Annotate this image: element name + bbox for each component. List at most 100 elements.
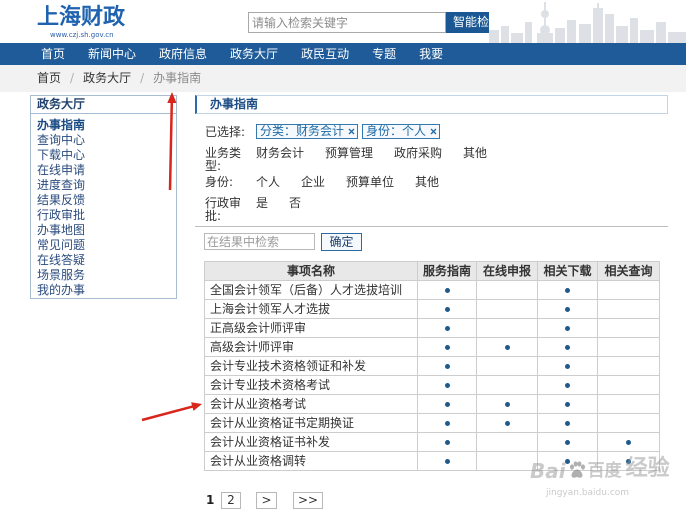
service-guide-cell <box>417 394 477 414</box>
item-name-link[interactable]: 会计从业资格考试 <box>210 397 306 411</box>
online-declaration-dot[interactable] <box>504 401 510 407</box>
related-query-cell <box>597 356 660 376</box>
nav-item-i-want[interactable]: 我要 <box>419 43 443 65</box>
service-guide-dot[interactable] <box>444 287 450 293</box>
filter-option[interactable]: 财务会计 <box>256 147 304 160</box>
related-download-dot[interactable] <box>565 458 570 464</box>
service-guide-dot[interactable] <box>444 306 450 312</box>
selected-tag-identity[interactable]: 身份：个人 <box>362 123 441 139</box>
related-download-dot[interactable] <box>565 287 570 293</box>
item-name-cell: 正高级会计师评审 <box>204 318 418 338</box>
related-download-dot[interactable] <box>565 420 570 426</box>
table-row: 会计从业资格证书补发 <box>204 432 660 452</box>
table-row: 正高级会计师评审 <box>204 318 660 338</box>
filter-option[interactable]: 政府采购 <box>394 147 442 160</box>
service-guide-dot[interactable] <box>444 401 450 407</box>
search-input[interactable] <box>248 12 446 33</box>
service-guide-dot[interactable] <box>444 420 450 426</box>
close-icon[interactable] <box>430 128 437 135</box>
last-page-button[interactable]: >> <box>293 492 323 509</box>
filter-option[interactable]: 是 <box>256 197 268 210</box>
service-guide-dot[interactable] <box>444 344 450 350</box>
related-download-dot[interactable] <box>565 325 570 331</box>
item-name-link[interactable]: 正高级会计师评审 <box>210 321 306 335</box>
sidebar-item-my-affairs[interactable]: 我的办事 <box>31 283 176 298</box>
online-declaration-cell <box>476 318 538 338</box>
item-name-link[interactable]: 上海会计领军人才选拔 <box>210 302 330 316</box>
nav-item-home[interactable]: 首页 <box>41 43 65 65</box>
filter-option[interactable]: 其他 <box>463 147 487 160</box>
service-guide-dot[interactable] <box>444 439 450 445</box>
sidebar-item-download-center[interactable]: 下载中心 <box>31 148 176 163</box>
related-query-dot[interactable] <box>626 439 631 445</box>
sidebar-item-service-map[interactable]: 办事地图 <box>31 223 176 238</box>
result-search-input[interactable] <box>204 233 315 250</box>
service-guide-dot[interactable] <box>444 325 450 331</box>
table-row: 会计从业资格调转 <box>204 451 660 471</box>
sidebar-item-online-apply[interactable]: 在线申请 <box>31 163 176 178</box>
sidebar-item-service-guide[interactable]: 办事指南 <box>31 118 176 133</box>
site-logo[interactable]: 上海财政 <box>37 6 125 30</box>
sidebar-item-query-center[interactable]: 查询中心 <box>31 133 176 148</box>
sidebar-item-result-feedback[interactable]: 结果反馈 <box>31 193 176 208</box>
related-download-dot[interactable] <box>565 363 570 369</box>
online-declaration-cell <box>476 337 538 357</box>
breadcrumb-separator: / <box>140 71 145 85</box>
item-name-link[interactable]: 高级会计师评审 <box>210 340 294 354</box>
related-query-cell <box>597 451 660 471</box>
service-guide-dot[interactable] <box>444 458 450 464</box>
related-download-dot[interactable] <box>565 401 570 407</box>
item-name-link[interactable]: 会计从业资格调转 <box>210 454 306 468</box>
related-download-dot[interactable] <box>565 306 570 312</box>
nav-item-topics[interactable]: 专题 <box>372 43 396 65</box>
filter-option[interactable]: 企业 <box>301 176 325 189</box>
item-name-link[interactable]: 会计从业资格证书补发 <box>210 435 330 449</box>
filter-option[interactable]: 其他 <box>415 176 439 189</box>
service-guide-cell <box>417 413 477 433</box>
table-body: 全国会计领军（后备）人才选拔培训 上海会计领军人才选拔 正高级会计师评审 高级会计师评… <box>204 280 660 471</box>
online-declaration-cell <box>476 299 538 319</box>
page-2-button[interactable]: 2 <box>221 492 241 509</box>
sidebar-item-faq[interactable]: 常见问题 <box>31 238 176 253</box>
item-name-link[interactable]: 会计从业资格证书定期换证 <box>210 416 354 430</box>
related-download-cell <box>537 356 598 376</box>
selected-tag-category[interactable]: 分类：财务会计 <box>256 123 359 139</box>
service-guide-dot[interactable] <box>444 363 450 369</box>
item-name-cell: 高级会计师评审 <box>204 337 418 357</box>
filter-option[interactable]: 个人 <box>256 176 280 189</box>
online-declaration-dot[interactable] <box>504 420 510 426</box>
nav-item-gov-info[interactable]: 政府信息 <box>159 43 207 65</box>
breadcrumb-current: 办事指南 <box>153 71 202 85</box>
related-download-dot[interactable] <box>565 382 570 388</box>
breadcrumb-bar: 首页 / 政务大厅 / 办事指南 <box>0 65 686 92</box>
item-name-link[interactable]: 会计专业技术资格考试 <box>210 378 330 392</box>
sidebar-item-online-qa[interactable]: 在线答疑 <box>31 253 176 268</box>
service-guide-dot[interactable] <box>444 382 450 388</box>
related-query-cell <box>597 299 660 319</box>
nav-item-interaction[interactable]: 政民互动 <box>301 43 349 65</box>
nav-item-service-hall[interactable]: 政务大厅 <box>230 43 278 65</box>
nav-item-news[interactable]: 新闻中心 <box>88 43 136 65</box>
next-page-button[interactable]: > <box>256 492 277 509</box>
filter-option[interactable]: 预算单位 <box>346 176 394 189</box>
item-name-link[interactable]: 会计专业技术资格领证和补发 <box>210 359 366 373</box>
sidebar-item-scenario-service[interactable]: 场景服务 <box>31 268 176 283</box>
related-download-dot[interactable] <box>565 439 570 445</box>
breadcrumb-service-hall[interactable]: 政务大厅 <box>83 65 131 92</box>
sidebar-item-progress-query[interactable]: 进度查询 <box>31 178 176 193</box>
item-name-link[interactable]: 全国会计领军（后备）人才选拔培训 <box>210 283 402 297</box>
table-row: 会计专业技术资格考试 <box>204 375 660 395</box>
close-icon[interactable] <box>348 128 355 135</box>
filter-option[interactable]: 否 <box>289 197 301 210</box>
smart-search-button[interactable]: 智能检 <box>446 12 489 33</box>
online-declaration-dot[interactable] <box>504 344 510 350</box>
filter-option[interactable]: 预算管理 <box>325 147 373 160</box>
related-query-dot[interactable] <box>626 458 631 464</box>
related-download-cell <box>537 337 598 357</box>
confirm-button[interactable]: 确定 <box>321 233 362 251</box>
sidebar-item-admin-approval[interactable]: 行政审批 <box>31 208 176 223</box>
breadcrumb-home[interactable]: 首页 <box>37 65 61 92</box>
related-download-dot[interactable] <box>565 344 570 350</box>
item-name-cell: 会计专业技术资格领证和补发 <box>204 356 418 376</box>
sidebar-list: 办事指南 查询中心 下载中心 在线申请 进度查询 结果反馈 行政审批 办事地图 … <box>31 114 176 298</box>
